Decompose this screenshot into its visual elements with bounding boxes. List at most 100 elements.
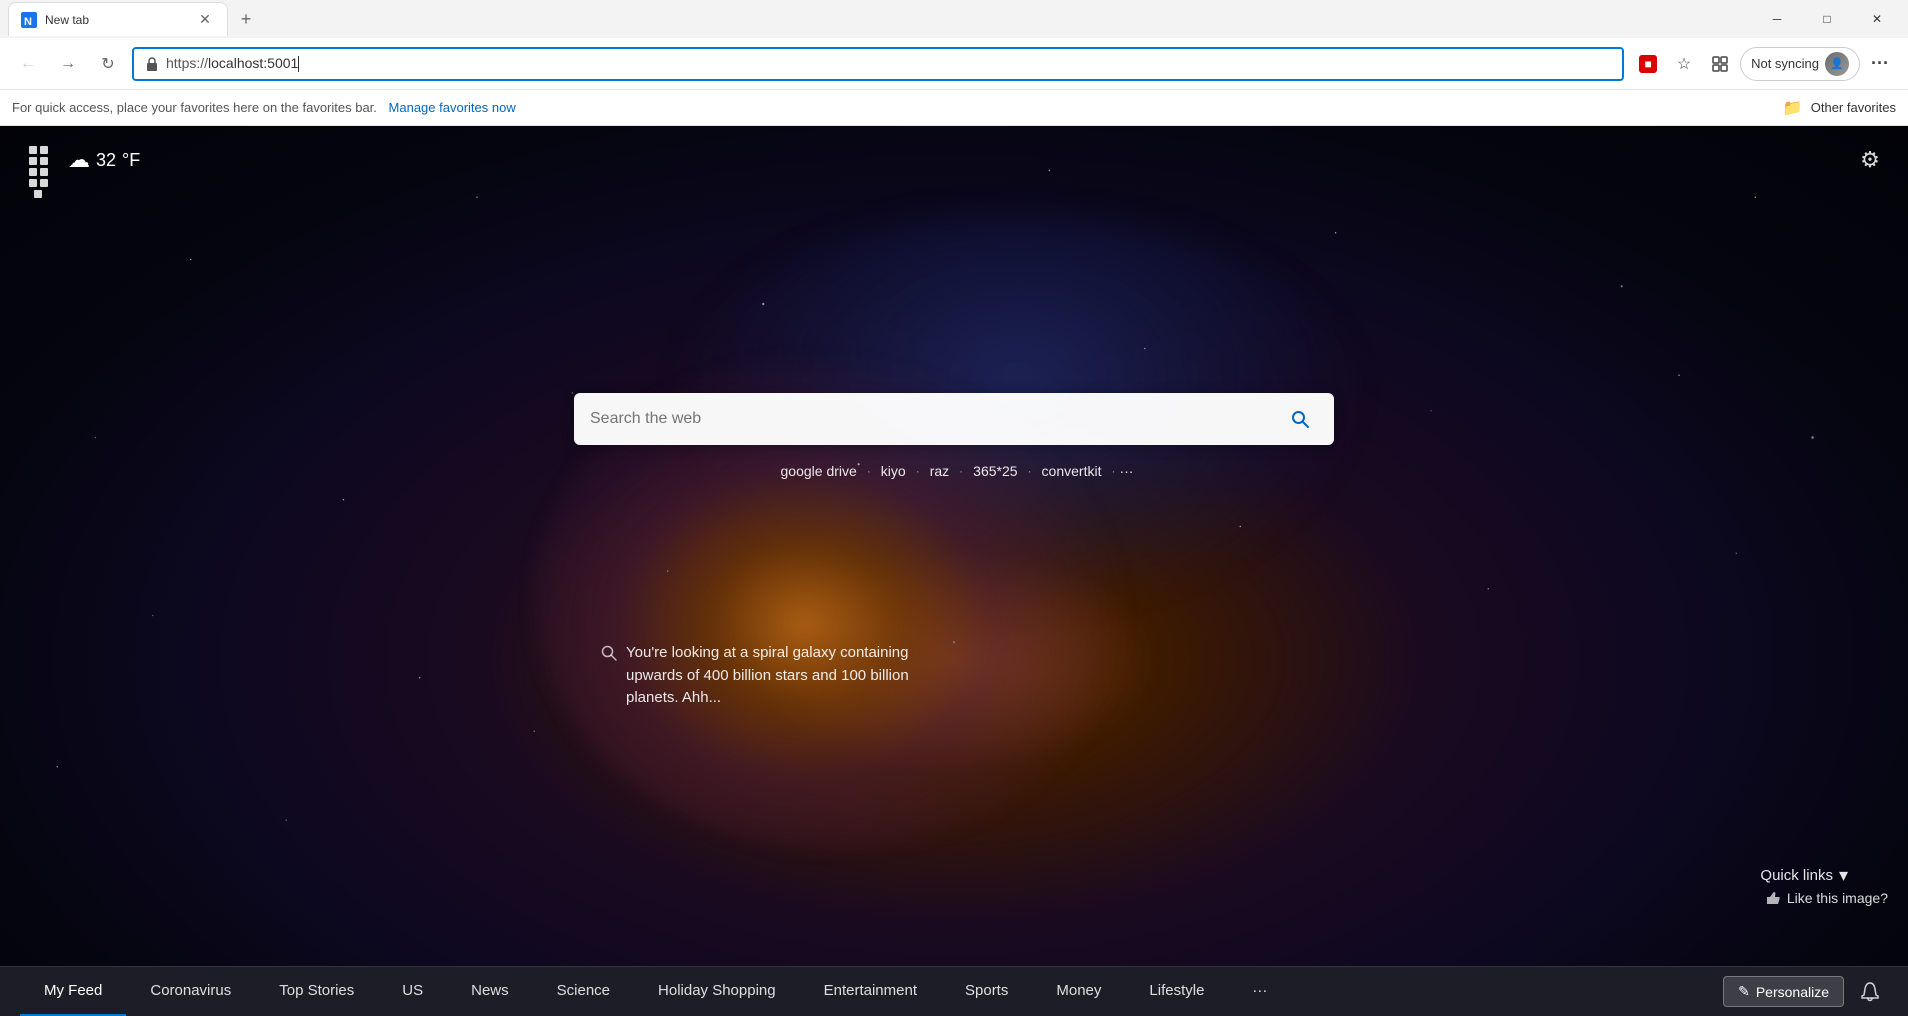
- search-button[interactable]: [1282, 401, 1318, 437]
- quick-link-google-drive[interactable]: google drive: [775, 461, 863, 481]
- red-extension-badge: ■: [1639, 55, 1656, 73]
- other-favorites-button[interactable]: 📁 Other favorites: [1783, 98, 1896, 118]
- nav-item-top-stories[interactable]: Top Stories: [255, 967, 378, 1016]
- url-text: https://localhost:5001: [166, 55, 1612, 72]
- nav-item-top-stories-label: Top Stories: [279, 982, 354, 999]
- maximize-button[interactable]: □: [1804, 3, 1850, 35]
- like-icon: [1765, 890, 1781, 906]
- extensions-icon[interactable]: ■: [1632, 48, 1664, 80]
- personalize-label: Personalize: [1756, 984, 1829, 1000]
- new-tab-page: ☁ 32 °F ⚙ google drive ·: [0, 126, 1908, 1016]
- nav-item-entertainment-label: Entertainment: [824, 982, 917, 999]
- quick-link-more[interactable]: ···: [1119, 463, 1133, 479]
- favorites-star-icon[interactable]: ☆: [1668, 48, 1700, 80]
- quick-links-toggle[interactable]: Quick links ▾: [1760, 865, 1848, 886]
- window-controls: ─ □ ✕: [1754, 3, 1900, 35]
- quick-link-raz[interactable]: raz: [924, 461, 955, 481]
- nav-item-my-feed[interactable]: My Feed: [20, 967, 126, 1016]
- dot-separator: ·: [867, 464, 871, 478]
- dot-separator: ·: [1111, 464, 1115, 478]
- grid-dot: [29, 179, 37, 187]
- nav-item-science[interactable]: Science: [533, 967, 634, 1016]
- stars-overlay: [0, 126, 1908, 1016]
- nav-item-lifestyle-label: Lifestyle: [1149, 982, 1204, 999]
- cursor: [298, 56, 299, 72]
- weather-temperature: 32: [96, 150, 116, 171]
- quick-links-toggle-label: Quick links: [1760, 867, 1833, 884]
- chevron-down-icon: ▾: [1839, 865, 1848, 886]
- grid-dot: [40, 157, 48, 165]
- other-favorites-label: Other favorites: [1811, 100, 1896, 115]
- dot-separator: ·: [1028, 464, 1032, 478]
- minimize-button[interactable]: ─: [1754, 3, 1800, 35]
- search-input[interactable]: [590, 410, 1272, 428]
- folder-icon: 📁: [1783, 98, 1803, 118]
- sync-label: Not syncing: [1751, 56, 1819, 71]
- nav-item-news-label: News: [471, 982, 509, 999]
- grid-dot: [29, 146, 37, 154]
- nav-item-us[interactable]: US: [378, 967, 447, 1016]
- like-image-label: Like this image?: [1787, 890, 1888, 906]
- url-bar[interactable]: https://localhost:5001: [132, 47, 1624, 81]
- image-caption-text: You're looking at a spiral galaxy contai…: [626, 642, 920, 710]
- more-options-button[interactable]: ···: [1864, 48, 1896, 80]
- personalize-button[interactable]: ✎ Personalize: [1723, 976, 1844, 1007]
- grid-dot: [40, 179, 48, 187]
- weather-widget[interactable]: ☁ 32 °F: [68, 147, 140, 173]
- grid-dot: [40, 168, 48, 176]
- forward-button[interactable]: →: [52, 48, 84, 80]
- top-right-settings: ⚙: [1852, 142, 1888, 178]
- url-protocol: https://: [166, 55, 208, 71]
- nav-item-money-label: Money: [1056, 982, 1101, 999]
- sync-button[interactable]: Not syncing 👤: [1740, 47, 1860, 81]
- weather-cloud-icon: ☁: [68, 147, 90, 173]
- nav-item-sports[interactable]: Sports: [941, 967, 1032, 1016]
- nav-item-money[interactable]: Money: [1032, 967, 1125, 1016]
- caption-search-icon[interactable]: [600, 644, 618, 667]
- apps-grid-button[interactable]: [20, 142, 56, 178]
- nav-item-news[interactable]: News: [447, 967, 533, 1016]
- nav-item-entertainment[interactable]: Entertainment: [800, 967, 941, 1016]
- nav-item-more[interactable]: ···: [1228, 967, 1291, 1016]
- nav-item-holiday-shopping[interactable]: Holiday Shopping: [634, 967, 800, 1016]
- nav-item-sports-label: Sports: [965, 982, 1008, 999]
- url-host: localhost:5001: [208, 55, 298, 71]
- dot-separator: ·: [959, 464, 963, 478]
- active-tab[interactable]: N New tab ✕: [8, 2, 228, 36]
- new-tab-button[interactable]: +: [232, 5, 260, 33]
- close-button[interactable]: ✕: [1854, 3, 1900, 35]
- grid-dot: [29, 157, 37, 165]
- grid-dot: [29, 168, 37, 176]
- refresh-button[interactable]: ↻: [92, 48, 124, 80]
- lock-icon: [144, 56, 160, 72]
- nav-item-lifestyle[interactable]: Lifestyle: [1125, 967, 1228, 1016]
- weather-unit: °F: [122, 150, 140, 171]
- dot-separator: ·: [916, 464, 920, 478]
- search-box: [574, 393, 1334, 445]
- quick-link-kiyo[interactable]: kiyo: [875, 461, 912, 481]
- quick-link-convertkit[interactable]: convertkit: [1036, 461, 1108, 481]
- like-image-button[interactable]: Like this image?: [1765, 890, 1888, 906]
- nav-item-more-label: ···: [1252, 982, 1267, 999]
- nav-item-holiday-shopping-label: Holiday Shopping: [658, 982, 776, 999]
- favorites-bar: For quick access, place your favorites h…: [0, 90, 1908, 126]
- personalize-icon: ✎: [1738, 983, 1750, 1000]
- nav-item-my-feed-label: My Feed: [44, 982, 102, 999]
- tab-favicon: N: [21, 12, 37, 28]
- collections-svg: [1711, 55, 1729, 73]
- collections-icon[interactable]: [1704, 48, 1736, 80]
- tab-title: New tab: [45, 13, 187, 27]
- nav-item-coronavirus[interactable]: Coronavirus: [126, 967, 255, 1016]
- tab-close-button[interactable]: ✕: [195, 10, 215, 30]
- quick-link-365[interactable]: 365*25: [967, 461, 1023, 481]
- manage-favorites-link[interactable]: Manage favorites now: [389, 100, 516, 115]
- favorites-hint-text: For quick access, place your favorites h…: [12, 100, 377, 115]
- title-bar: N New tab ✕ + ─ □ ✕: [0, 0, 1908, 38]
- quick-links: google drive · kiyo · raz · 365*25 · con…: [775, 461, 1134, 481]
- back-button[interactable]: ←: [12, 48, 44, 80]
- search-icon: [1290, 409, 1310, 429]
- search-area: google drive · kiyo · raz · 365*25 · con…: [574, 393, 1334, 481]
- settings-button[interactable]: ⚙: [1852, 142, 1888, 178]
- profile-avatar: 👤: [1825, 52, 1849, 76]
- notifications-bell-button[interactable]: [1852, 974, 1888, 1010]
